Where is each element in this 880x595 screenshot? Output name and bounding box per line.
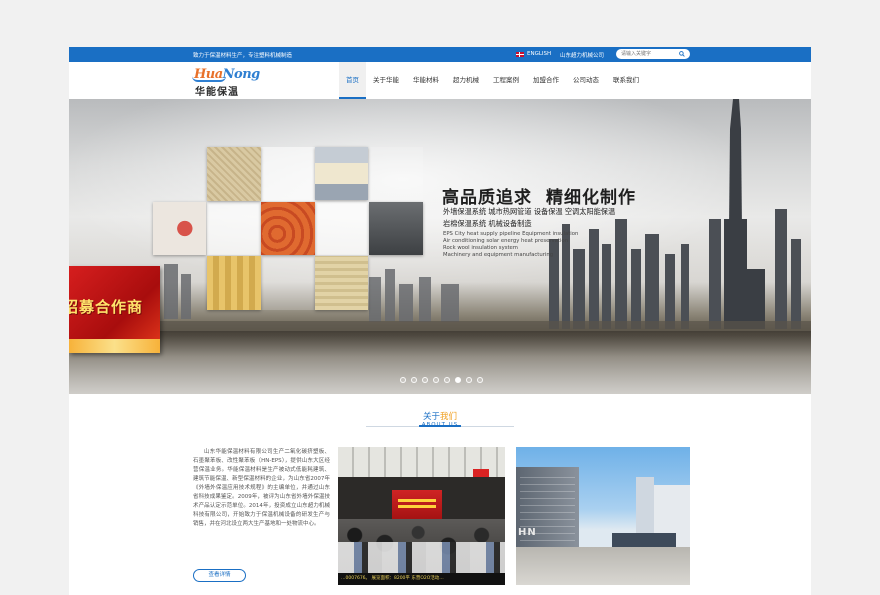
glass-tile [261, 256, 315, 310]
header: HuaNong 华能保温 首页 关于华能 华能材料 超力机械 工程案例 加盟合作… [69, 62, 811, 99]
top-bar: 致力于保温材料生产，专注塑料机械制造 ENGLISH 山东超力机械公司 [69, 47, 811, 62]
slide-dot[interactable] [411, 377, 417, 383]
search-input[interactable] [621, 50, 677, 58]
language-label: ENGLISH [527, 51, 552, 57]
factory-building [516, 467, 579, 557]
product-image-panel [315, 147, 368, 200]
hero-banner[interactable]: 招募合作商 高品质追求 精细化制作 外墙保温系统 城市热网管道 设备保温 空调太阳… [69, 99, 811, 394]
photo-caption: …0007676。 展览面积：8200平 东营O2O活动… [338, 573, 505, 585]
logo-en: HuaNong [194, 67, 260, 82]
slide-dot[interactable] [444, 377, 450, 383]
search-box [616, 49, 690, 59]
logo[interactable]: HuaNong 华能保温 [192, 66, 260, 98]
top-slogan: 致力于保温材料生产，专注塑料机械制造 [193, 53, 293, 59]
glass-tile [207, 202, 261, 255]
slide-dot[interactable] [477, 377, 483, 383]
photo-sign [473, 469, 489, 477]
banner-en-line: EPS City heat supply pipeline Equipment … [443, 231, 579, 237]
nav-item-cases[interactable]: 工程案例 [486, 62, 526, 99]
recruit-partners-badge[interactable]: 招募合作商 [69, 266, 160, 353]
view-details-button[interactable]: 查看详情 [193, 569, 246, 582]
factory-photo[interactable]: HN [516, 447, 690, 585]
banner-en-line: Rock wool insulation system [443, 245, 518, 251]
about-title: 关于我们 [422, 412, 458, 422]
title-rule-right [439, 425, 514, 427]
product-image-pipes [261, 202, 315, 255]
factory-sign: HN [518, 527, 537, 538]
product-image-sheet [315, 256, 368, 310]
slide-dot[interactable] [422, 377, 428, 383]
nav-item-materials[interactable]: 华能材料 [406, 62, 446, 99]
page: 致力于保温材料生产，专注塑料机械制造 ENGLISH 山东超力机械公司 HuaN… [69, 47, 811, 595]
slide-indicators [400, 377, 483, 383]
slide-dot[interactable] [466, 377, 472, 383]
search-icon[interactable] [679, 51, 685, 57]
nav-item-about[interactable]: 关于华能 [366, 62, 406, 99]
banner-services-line-2: 岩棉保温系统 机械设备制造 [443, 219, 532, 228]
slide-dot[interactable] [455, 377, 461, 383]
slide-dot[interactable] [400, 377, 406, 383]
glass-tile [369, 147, 423, 201]
uk-flag-icon [516, 51, 524, 57]
banner-en-line: Machinery and equipment manufacturing [443, 252, 554, 258]
company-link[interactable]: 山东超力机械公司 [560, 51, 604, 59]
product-image-box [153, 202, 206, 255]
glass-tile [315, 202, 369, 255]
nav-item-contact[interactable]: 联系我们 [606, 62, 646, 99]
language-switch[interactable]: ENGLISH [516, 51, 551, 57]
banner-services-line-1: 外墙保温系统 城市热网管道 设备保温 空调太阳能保温 [443, 207, 616, 216]
nav-item-home[interactable]: 首页 [339, 62, 366, 99]
glass-tile [261, 147, 315, 201]
banner-en-line: Air conditioning solar energy heat prese… [443, 238, 569, 244]
photo-attendees [338, 542, 505, 574]
banner-water [69, 331, 811, 394]
product-image-dark-board [369, 202, 423, 255]
meeting-photo[interactable]: …0007676。 展览面积：8200平 东营O2O活动… [338, 447, 505, 585]
slide-dot[interactable] [433, 377, 439, 383]
banner-headline: 高品质追求 精细化制作 [442, 188, 636, 208]
product-image-board [207, 147, 261, 201]
title-rule-left [366, 425, 441, 427]
about-paragraph: 山东华能保温材料有限公司生产二氧化碳挤塑板、石墨聚苯板、改性聚苯板（HN-EPS… [193, 449, 330, 527]
nav-item-news[interactable]: 公司动态 [566, 62, 606, 99]
main-nav: 首页 关于华能 华能材料 超力机械 工程案例 加盟合作 公司动态 联系我们 [339, 62, 646, 99]
product-image-yellow-boards [207, 256, 261, 310]
nav-item-franchise[interactable]: 加盟合作 [526, 62, 566, 99]
factory-gate [612, 533, 676, 547]
photo-stage-screen [392, 490, 442, 520]
factory-yard [516, 547, 690, 585]
nav-item-machinery[interactable]: 超力机械 [446, 62, 486, 99]
logo-cn: 华能保温 [195, 87, 239, 98]
